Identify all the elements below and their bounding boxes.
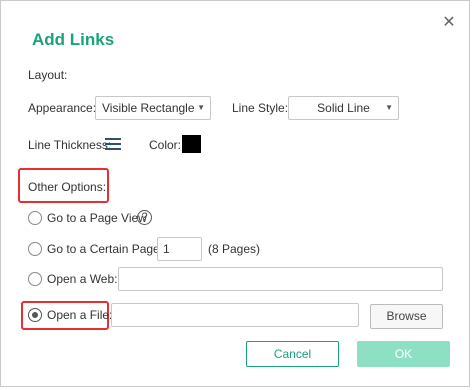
dialog-title: Add Links	[32, 30, 115, 49]
cancel-button[interactable]: Cancel	[246, 341, 339, 367]
go-to-certain-page-label[interactable]: Go to a Certain Page:	[47, 242, 163, 256]
open-file-radio[interactable]	[28, 308, 42, 322]
appearance-label: Appearance:	[28, 101, 97, 115]
close-icon[interactable]: ✕	[441, 15, 457, 31]
line-thickness-label: Line Thickness:	[28, 138, 112, 152]
chevron-down-icon: ▼	[197, 103, 205, 112]
go-to-page-view-radio[interactable]	[28, 211, 42, 225]
go-to-certain-page-radio[interactable]	[28, 242, 42, 256]
chevron-down-icon: ▼	[385, 103, 393, 112]
go-to-page-view-label[interactable]: Go to a Page View	[47, 211, 147, 225]
page-count-text: (8 Pages)	[208, 242, 261, 256]
appearance-value: Visible Rectangle	[102, 101, 195, 115]
help-icon[interactable]: ?	[137, 210, 152, 225]
color-swatch[interactable]	[182, 135, 201, 153]
open-file-input[interactable]	[111, 303, 359, 327]
layout-section-label: Layout:	[28, 68, 68, 82]
line-style-select[interactable]: Solid Line ▼	[288, 96, 399, 120]
line-thickness-icon[interactable]	[105, 138, 121, 150]
open-web-radio[interactable]	[28, 272, 42, 286]
line-style-value: Solid Line	[317, 101, 370, 115]
open-web-label[interactable]: Open a Web:	[47, 272, 118, 286]
add-links-dialog: ✕ Add Links Layout: Appearance: Visible …	[0, 0, 470, 387]
appearance-select[interactable]: Visible Rectangle ▼	[95, 96, 211, 120]
browse-button[interactable]: Browse	[370, 304, 443, 329]
line-style-label: Line Style:	[232, 101, 289, 115]
page-number-input[interactable]: 1	[157, 237, 202, 261]
open-web-input[interactable]	[118, 267, 443, 291]
other-options-label: Other Options:	[28, 180, 107, 194]
open-file-label[interactable]: Open a File:	[47, 308, 112, 322]
ok-button[interactable]: OK	[357, 341, 450, 367]
color-label: Color:	[149, 138, 182, 152]
